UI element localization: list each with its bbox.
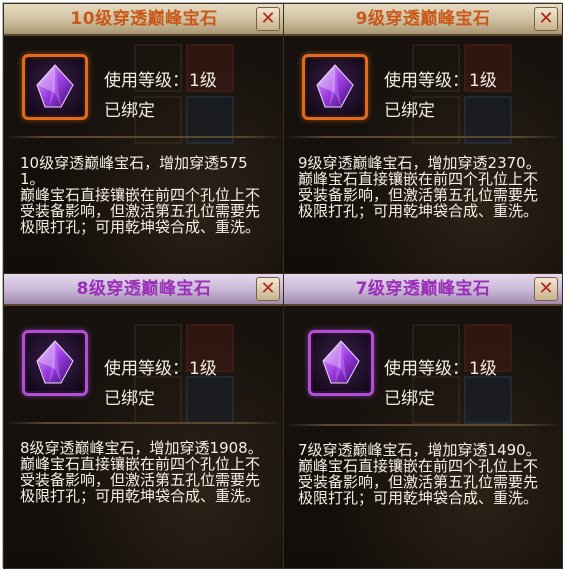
bound-status-label: 已绑定 xyxy=(384,101,435,121)
tooltip-title-bar: 10级穿透巅峰宝石 ✕ xyxy=(4,4,284,36)
divider xyxy=(284,424,562,426)
use-level-label: 使用等级：1级 xyxy=(104,359,217,379)
purple-gem-icon xyxy=(22,330,88,396)
close-icon[interactable]: ✕ xyxy=(256,277,280,301)
description-effect: 8级穿透巅峰宝石，增加穿透1908。 xyxy=(20,439,263,457)
item-description: 10级穿透巅峰宝石，增加穿透5751。 巅峰宝石直接镶嵌在前四个孔位上不受装备影… xyxy=(20,155,270,235)
purple-gem-icon xyxy=(22,54,88,120)
gem-tooltip-8: 8级穿透巅峰宝石 ✕ 使用等级：1级 已绑定 8级穿透巅峰宝石，增加穿透1908… xyxy=(3,273,285,569)
divider xyxy=(4,422,284,424)
tooltip-grid: 10级穿透巅峰宝石 ✕ 使用等级：1级 已绑定 10级穿透巅峰宝石，增加穿透57… xyxy=(2,2,563,569)
divider xyxy=(4,136,284,138)
item-description: 7级穿透巅峰宝石，增加穿透1490。 巅峰宝石直接镶嵌在前四个孔位上不受装备影响… xyxy=(298,442,550,506)
gem-tooltip-9: 9级穿透巅峰宝石 ✕ 使用等级：1级 已绑定 9级穿透巅峰宝石，增加穿透2370… xyxy=(283,3,563,275)
background-inventory-decor xyxy=(124,314,284,554)
bound-status-label: 已绑定 xyxy=(384,389,435,409)
close-icon[interactable]: ✕ xyxy=(256,7,280,31)
description-effect: 7级穿透巅峰宝石，增加穿透1490。 xyxy=(298,441,541,459)
close-icon[interactable]: ✕ xyxy=(534,7,558,31)
tooltip-title-bar: 8级穿透巅峰宝石 ✕ xyxy=(4,274,284,306)
description-effect: 9级穿透巅峰宝石，增加穿透2370。 xyxy=(298,154,541,172)
background-inventory-decor xyxy=(402,314,562,554)
item-description: 8级穿透巅峰宝石，增加穿透1908。 巅峰宝石直接镶嵌在前四个孔位上不受装备影响… xyxy=(20,440,270,504)
gem-tooltip-7: 7级穿透巅峰宝石 ✕ 使用等级：1级 已绑定 7级穿透巅峰宝石，增加穿透1490… xyxy=(283,273,563,569)
item-title: 8级穿透巅峰宝石 xyxy=(76,279,212,299)
tooltip-title-bar: 7级穿透巅峰宝石 ✕ xyxy=(284,274,562,306)
bound-status-label: 已绑定 xyxy=(104,101,155,121)
purple-gem-icon xyxy=(302,54,368,120)
bound-status-label: 已绑定 xyxy=(104,389,155,409)
description-effect: 10级穿透巅峰宝石，增加穿透5751。 xyxy=(20,154,248,188)
gem-tooltip-10: 10级穿透巅峰宝石 ✕ 使用等级：1级 已绑定 10级穿透巅峰宝石，增加穿透57… xyxy=(3,3,285,275)
description-rules: 巅峰宝石直接镶嵌在前四个孔位上不受装备影响，但激活第五孔位需要先极限打孔；可用乾… xyxy=(298,457,539,507)
item-title: 10级穿透巅峰宝石 xyxy=(70,9,218,29)
description-rules: 巅峰宝石直接镶嵌在前四个孔位上不受装备影响，但激活第五孔位需要先极限打孔；可用乾… xyxy=(298,170,539,220)
use-level-label: 使用等级：1级 xyxy=(384,359,497,379)
purple-gem-icon xyxy=(308,330,374,396)
tooltip-title-bar: 9级穿透巅峰宝石 ✕ xyxy=(284,4,562,36)
description-rules: 巅峰宝石直接镶嵌在前四个孔位上不受装备影响，但激活第五孔位需要先极限打孔；可用乾… xyxy=(20,186,261,236)
use-level-label: 使用等级：1级 xyxy=(384,71,497,91)
item-title: 9级穿透巅峰宝石 xyxy=(355,9,491,29)
item-description: 9级穿透巅峰宝石，增加穿透2370。 巅峰宝石直接镶嵌在前四个孔位上不受装备影响… xyxy=(298,155,550,219)
close-icon[interactable]: ✕ xyxy=(534,277,558,301)
use-level-label: 使用等级：1级 xyxy=(104,71,217,91)
item-title: 7级穿透巅峰宝石 xyxy=(355,279,491,299)
description-rules: 巅峰宝石直接镶嵌在前四个孔位上不受装备影响，但激活第五孔位需要先极限打孔；可用乾… xyxy=(20,455,261,505)
divider xyxy=(284,136,562,138)
